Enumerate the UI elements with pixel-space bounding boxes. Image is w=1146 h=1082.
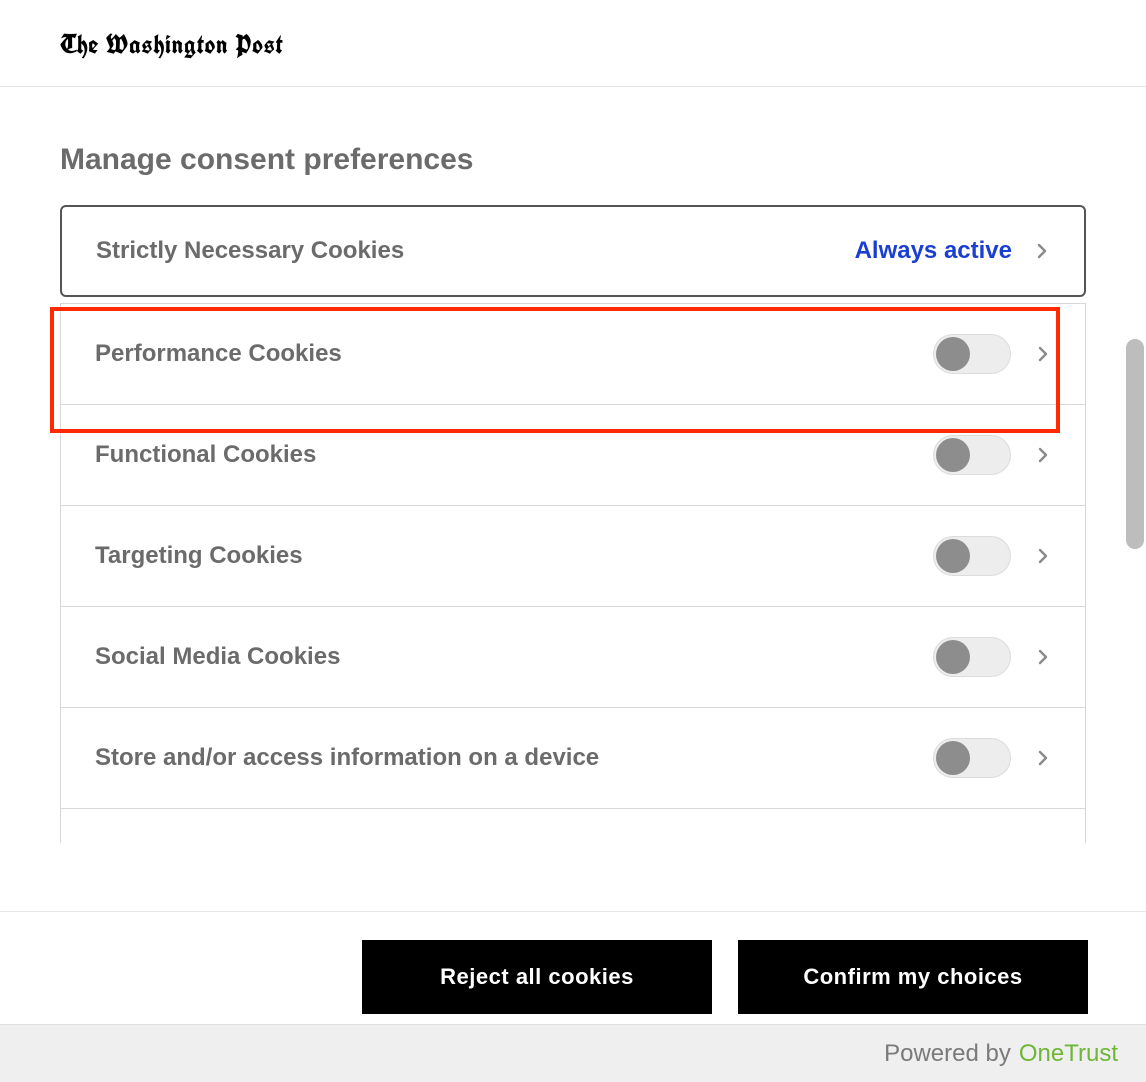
footer-actions: Reject all cookies Confirm my choices — [0, 911, 1146, 1014]
powered-by-brand: OneTrust — [1019, 1040, 1118, 1068]
chevron-right-icon — [1034, 243, 1050, 259]
category-label: Store and/or access information on a dev… — [95, 744, 933, 772]
category-performance[interactable]: Performance Cookies — [60, 303, 1086, 405]
category-label: Performance Cookies — [95, 340, 933, 368]
chevron-right-icon — [1035, 447, 1051, 463]
scrollbar-thumb[interactable] — [1126, 339, 1144, 549]
category-targeting[interactable]: Targeting Cookies — [60, 505, 1086, 607]
category-label: Targeting Cookies — [95, 542, 933, 570]
category-label: Social Media Cookies — [95, 643, 933, 671]
toggle-switch[interactable] — [933, 435, 1011, 475]
powered-by-footer: Powered by OneTrust — [0, 1024, 1146, 1082]
toggle-knob — [936, 539, 970, 573]
dialog-header: The Washington Post — [0, 0, 1146, 87]
toggle-switch[interactable] — [933, 334, 1011, 374]
toggle-switch[interactable] — [933, 637, 1011, 677]
category-list: Strictly Necessary Cookies Always active… — [6, 205, 1140, 843]
chevron-right-icon — [1035, 649, 1051, 665]
chevron-right-icon — [1035, 548, 1051, 564]
category-partial-next[interactable] — [60, 808, 1086, 843]
reject-all-button[interactable]: Reject all cookies — [362, 940, 712, 1014]
toggle-knob — [936, 438, 970, 472]
toggle-knob — [936, 640, 970, 674]
section-title: Manage consent preferences — [6, 87, 1140, 205]
toggle-knob — [936, 337, 970, 371]
brand-logo: The Washington Post — [60, 28, 1086, 62]
chevron-right-icon — [1035, 750, 1051, 766]
confirm-choices-button[interactable]: Confirm my choices — [738, 940, 1088, 1014]
toggle-switch[interactable] — [933, 738, 1011, 778]
category-store-access-device[interactable]: Store and/or access information on a dev… — [60, 707, 1086, 809]
toggle-knob — [936, 741, 970, 775]
category-functional[interactable]: Functional Cookies — [60, 404, 1086, 506]
category-social-media[interactable]: Social Media Cookies — [60, 606, 1086, 708]
chevron-right-icon — [1035, 346, 1051, 362]
category-label: Strictly Necessary Cookies — [96, 237, 855, 265]
toggle-switch[interactable] — [933, 536, 1011, 576]
powered-by-prefix: Powered by — [884, 1040, 1011, 1068]
category-strictly-necessary[interactable]: Strictly Necessary Cookies Always active — [60, 205, 1086, 297]
category-label: Functional Cookies — [95, 441, 933, 469]
always-active-badge: Always active — [855, 237, 1012, 265]
